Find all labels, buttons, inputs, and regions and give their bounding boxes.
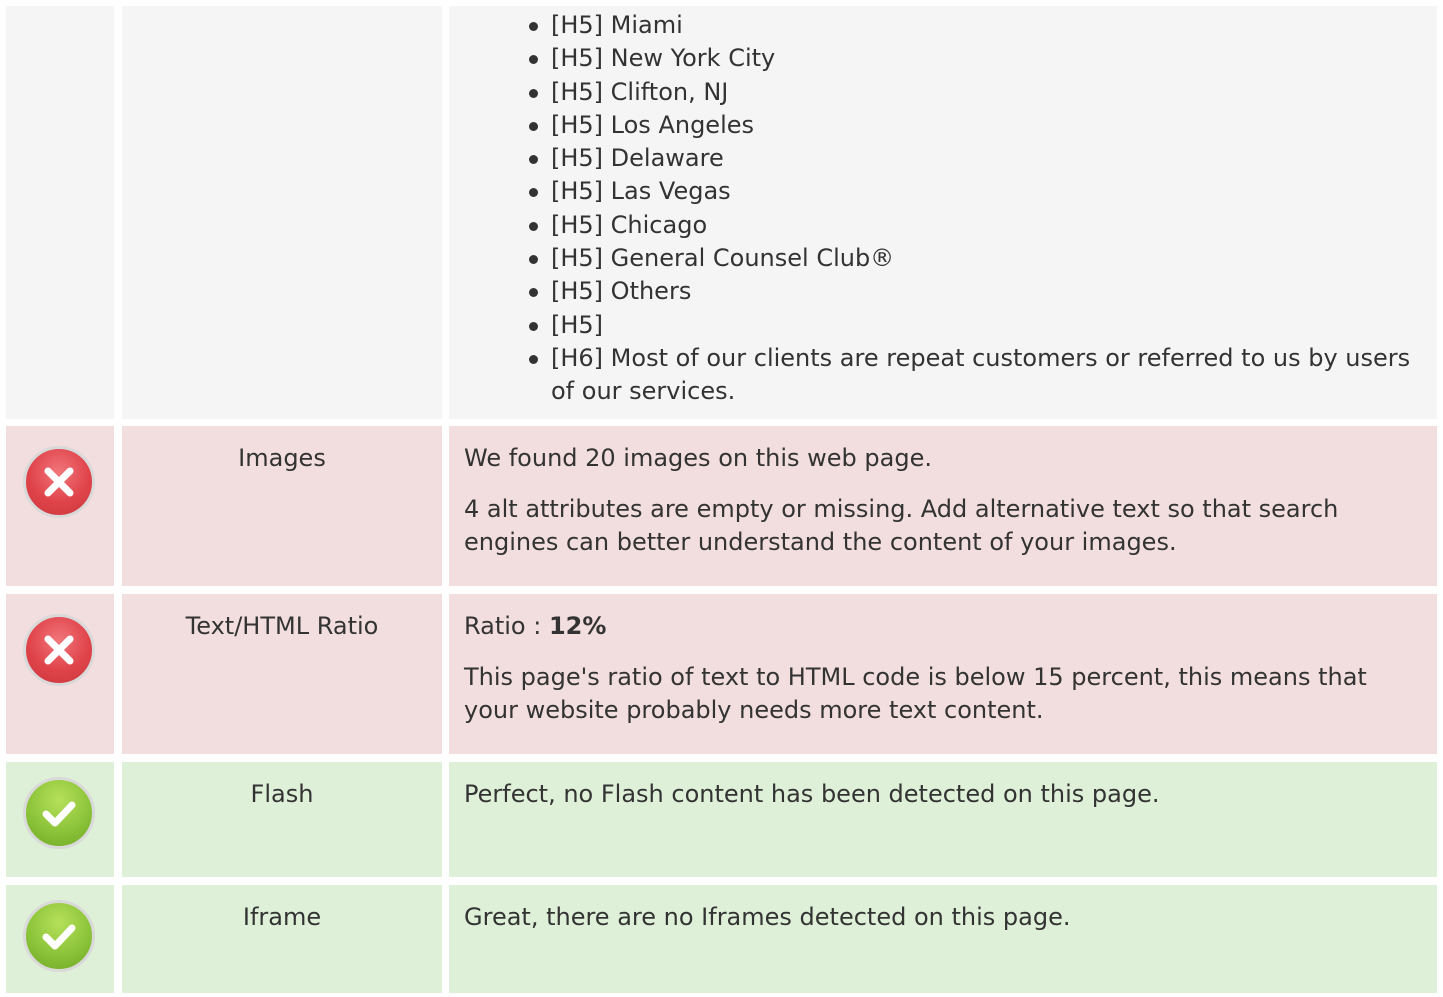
iframe-content-cell: Great, there are no Iframes detected on … (449, 885, 1437, 993)
checkmark-icon (23, 777, 95, 849)
checkmark-icon (23, 900, 95, 972)
iframe-label-cell: Iframe (122, 885, 442, 993)
check-summary: We found 20 images on this web page. (464, 444, 932, 472)
headings-list: [H5] Miami [H5] New York City [H5] Clift… (449, 6, 1423, 409)
ratio-prefix: Ratio : (464, 612, 549, 640)
ratio-label-cell: Text/HTML Ratio (122, 594, 442, 754)
text-html-ratio-check-row: Text/HTML Ratio Ratio : 12% This page's … (6, 594, 1437, 754)
heading-item: [H5] New York City (449, 42, 1423, 75)
flash-check-row: Flash Perfect, no Flash content has been… (6, 762, 1437, 877)
check-summary: Great, there are no Iframes detected on … (464, 903, 1071, 931)
check-label: Images (238, 444, 326, 472)
headings-content-cell: [H5] Miami [H5] New York City [H5] Clift… (449, 6, 1437, 419)
error-x-icon (23, 614, 95, 686)
check-label: Flash (250, 780, 314, 808)
heading-item: [H5] Los Angeles (449, 109, 1423, 142)
headings-label-cell (122, 6, 442, 419)
headings-status-cell (6, 6, 114, 419)
ratio-content-cell: Ratio : 12% This page's ratio of text to… (449, 594, 1437, 754)
heading-item: [H6] Most of our clients are repeat cust… (449, 342, 1423, 409)
images-label-cell: Images (122, 426, 442, 586)
iframe-check-row: Iframe Great, there are no Iframes detec… (6, 885, 1437, 993)
heading-item: [H5] Miami (449, 9, 1423, 42)
heading-item: [H5] Clifton, NJ (449, 76, 1423, 109)
heading-item: [H5] Las Vegas (449, 175, 1423, 208)
error-x-icon (23, 446, 95, 518)
heading-item: [H5] (449, 309, 1423, 342)
check-detail: This page's ratio of text to HTML code i… (464, 663, 1367, 724)
heading-item: [H5] Others (449, 275, 1423, 308)
heading-item: [H5] Chicago (449, 209, 1423, 242)
images-check-row: Images We found 20 images on this web pa… (6, 426, 1437, 586)
flash-label-cell: Flash (122, 762, 442, 877)
check-summary: Perfect, no Flash content has been detec… (464, 780, 1160, 808)
heading-item: [H5] General Counsel Club® (449, 242, 1423, 275)
images-content-cell: We found 20 images on this web page. 4 a… (449, 426, 1437, 586)
heading-item: [H5] Delaware (449, 142, 1423, 175)
headings-row: [H5] Miami [H5] New York City [H5] Clift… (6, 6, 1437, 419)
flash-content-cell: Perfect, no Flash content has been detec… (449, 762, 1437, 877)
ratio-status-cell (6, 594, 114, 754)
flash-status-cell (6, 762, 114, 877)
iframe-status-cell (6, 885, 114, 993)
images-status-cell (6, 426, 114, 586)
ratio-value: 12% (548, 612, 607, 640)
check-label: Iframe (242, 903, 322, 931)
check-detail: 4 alt attributes are empty or missing. A… (464, 495, 1339, 556)
check-label: Text/HTML Ratio (185, 612, 379, 640)
ratio-line: Ratio : 12% (464, 610, 1423, 643)
